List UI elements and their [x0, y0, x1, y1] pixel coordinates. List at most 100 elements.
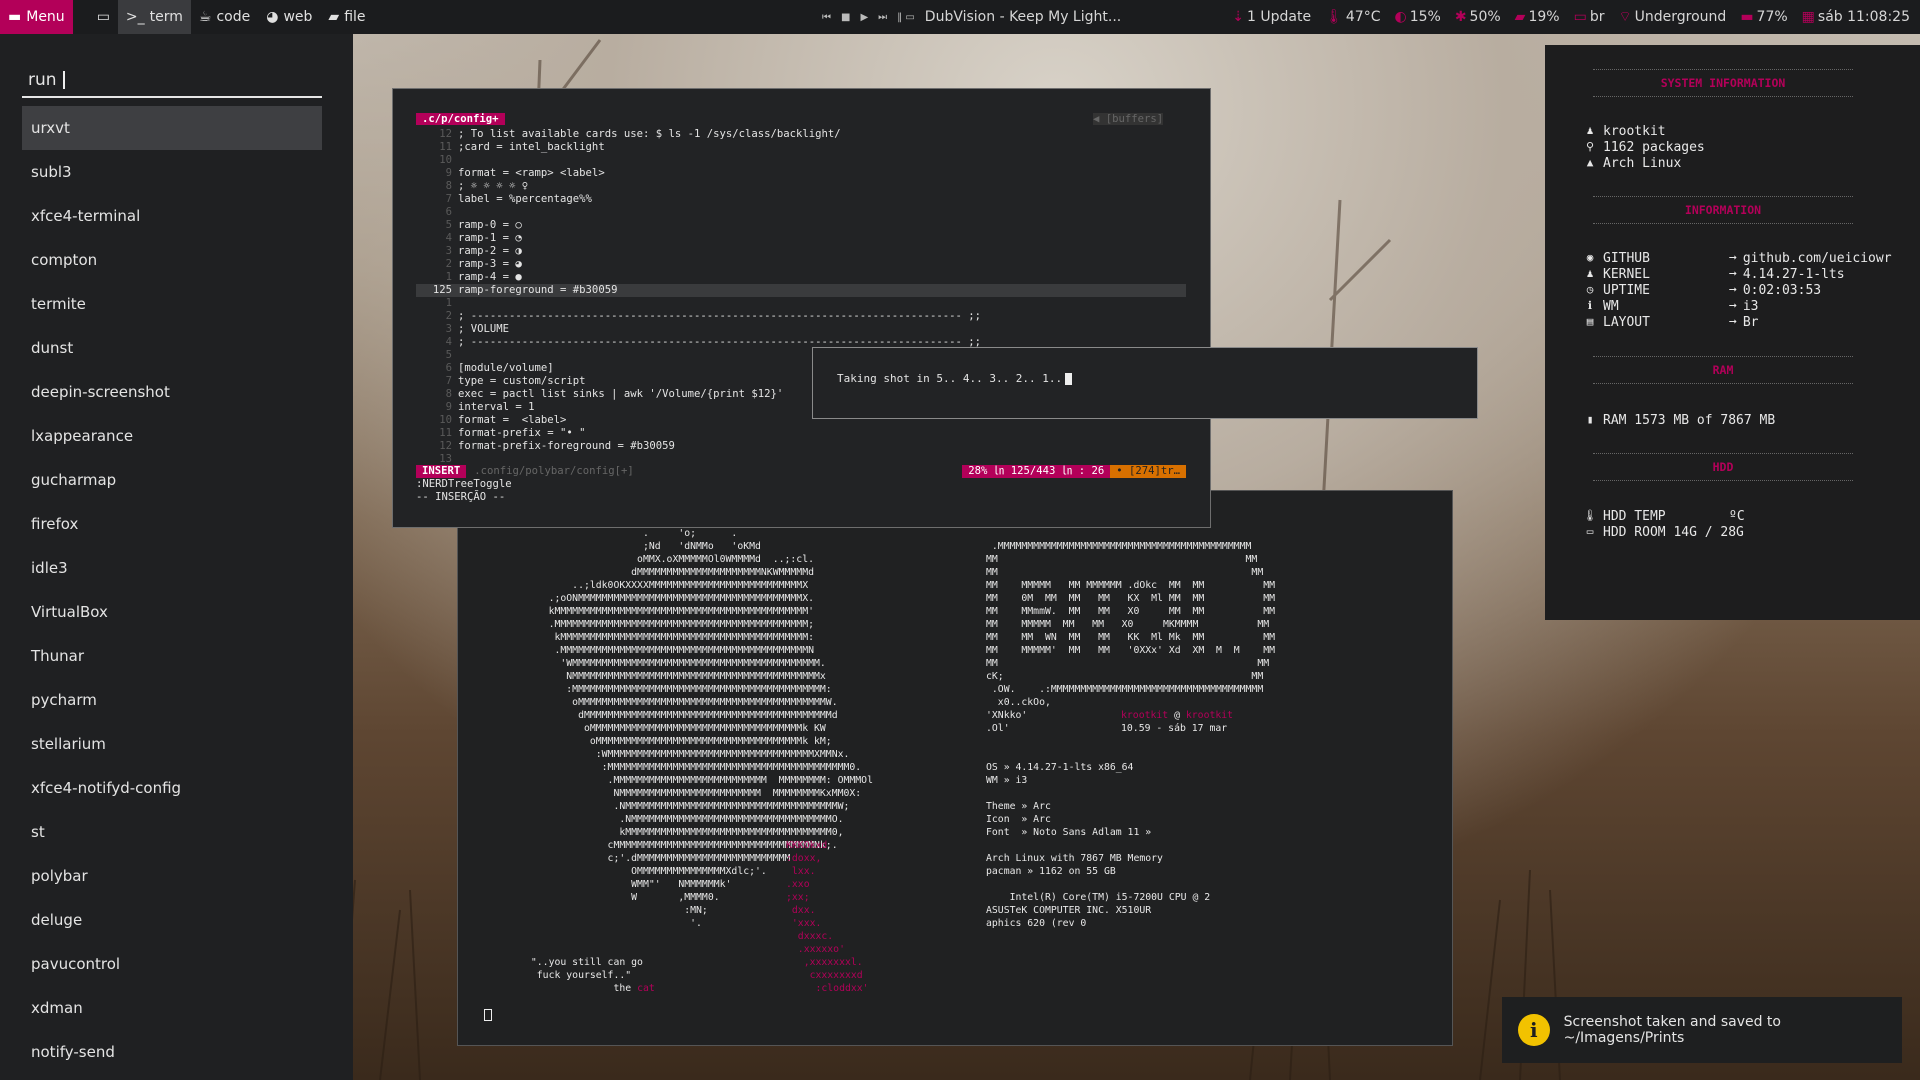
conky-info-row: ◉ GITHUB ➞ github.com/ueiciowr: [1583, 251, 1892, 266]
neofetch-terminal-window[interactable]: . 'o; . ;Nd 'dNMMo 'oKMd oMMX.oXMMMMMOl0…: [457, 490, 1453, 1046]
workspace-file[interactable]: ▰ file: [320, 0, 373, 34]
notification-toast[interactable]: i Screenshot taken and saved to ~/Imagen…: [1502, 997, 1902, 1063]
text-caret: [62, 71, 65, 89]
launcher-item[interactable]: xfce4-notifyd-config: [22, 766, 322, 810]
line-text: label = %percentage%%: [458, 193, 592, 205]
countdown-text: Taking shot in 5.. 4.. 3.. 2.. 1..: [837, 372, 1063, 385]
run-input[interactable]: run: [22, 64, 322, 98]
hdd-temp-label: HDD TEMP: [1603, 509, 1666, 524]
line-number: 1: [445, 297, 452, 309]
run-prompt: run: [28, 70, 57, 90]
mem-module: ✱ 50%: [1455, 9, 1501, 25]
line-number: 8: [445, 180, 452, 192]
launcher-item[interactable]: pavucontrol: [22, 942, 322, 986]
menu-button[interactable]: ▬ Menu: [0, 0, 73, 34]
arrow-icon: ➞: [1729, 283, 1737, 298]
vim-line: 12 format-prefix-foreground = #b30059: [416, 440, 1186, 453]
launcher-item[interactable]: urxvt: [22, 106, 322, 150]
launcher-item[interactable]: xfce4-terminal: [22, 194, 322, 238]
clock-text: sáb 11:08:25: [1817, 9, 1910, 25]
vim-mode: INSERT: [416, 465, 467, 478]
launcher-item[interactable]: termite: [22, 282, 322, 326]
workspace-label: code: [216, 9, 251, 25]
workspace-1[interactable]: ▭: [89, 0, 118, 34]
calendar-icon: ▦: [1801, 9, 1815, 25]
info-key: GITHUB: [1603, 251, 1650, 266]
launcher-item[interactable]: lxappearance: [22, 414, 322, 458]
next-icon[interactable]: ⏭: [878, 12, 887, 23]
menu-label: Menu: [26, 9, 65, 25]
launcher-item[interactable]: stellarium: [22, 722, 322, 766]
vim-filename: .config/polybar/config[+]: [474, 465, 634, 477]
updates-module[interactable]: ⇣ 1 Update: [1232, 9, 1311, 25]
stop-icon[interactable]: ■: [841, 12, 850, 23]
battery-module: ▬ 77%: [1740, 9, 1787, 25]
folder-icon: ▰: [328, 9, 340, 25]
vim-line: 1: [416, 297, 1186, 310]
wifi-icon: ⌔: [1618, 9, 1632, 25]
launcher-item[interactable]: polybar: [22, 854, 322, 898]
media-player: ⏮ ■ ▶ ⏭ ‖ ▭ DubVision - Keep My Light...: [822, 0, 1121, 34]
notification-text: Screenshot taken and saved to ~/Imagens/…: [1563, 1014, 1781, 1046]
line-number: 10: [439, 414, 452, 426]
vim-line: 5 ramp-0 = ○: [416, 219, 1186, 232]
info-key: LAYOUT: [1603, 315, 1650, 330]
vim-line: 125 ramp-foreground = #b30059: [416, 284, 1186, 297]
line-number: 10: [439, 154, 452, 166]
play-icon[interactable]: ▶: [860, 12, 868, 23]
arrow-icon: ➞: [1729, 299, 1737, 314]
vim-terminal-window[interactable]: .c/p/config+ ◀ [buffers] 12; To list ava…: [392, 88, 1211, 528]
workspace-term[interactable]: >_ term: [117, 0, 191, 34]
vim-cmdline[interactable]: :NERDTreeToggle -- INSERÇÃO --: [416, 478, 512, 504]
conky-info-row: ▤ LAYOUT ➞ Br: [1583, 315, 1759, 330]
line-number: 7: [445, 375, 452, 387]
info-value: i3: [1742, 299, 1759, 314]
clock-module[interactable]: ▦ sáb 11:08:25: [1802, 9, 1910, 25]
vim-line: 9 format = <ramp> <label>: [416, 167, 1186, 180]
launcher-item[interactable]: st: [22, 810, 322, 854]
launcher-item[interactable]: compton: [22, 238, 322, 282]
keyboard-icon: ▭: [1573, 9, 1587, 25]
launcher-item[interactable]: idle3: [22, 546, 322, 590]
launcher-item[interactable]: dunst: [22, 326, 322, 370]
workspace-code[interactable]: ☕ code: [191, 0, 258, 34]
section-title: HDD: [1593, 453, 1853, 481]
vim-statusline: INSERT .config/polybar/config[+] 28% ㏑ 1…: [416, 465, 1186, 478]
launcher-item[interactable]: Thunar: [22, 634, 322, 678]
ram-text: RAM 1573 MB of 7867 MB: [1603, 413, 1776, 428]
launcher-item[interactable]: xdman: [22, 986, 322, 1030]
launcher-item[interactable]: VirtualBox: [22, 590, 322, 634]
wifi-module[interactable]: ⌔ Underground: [1618, 8, 1726, 26]
launcher-item[interactable]: pycharm: [22, 678, 322, 722]
line-number: 11: [439, 427, 452, 439]
menu-icon: ▬: [8, 9, 22, 25]
line-number: 12: [439, 128, 452, 140]
line-number: 11: [439, 141, 452, 153]
memory-icon: ✱: [1454, 9, 1467, 25]
conky-panel: SYSTEM INFORMATION ♟ krootkit ⚲ 1162 packa…: [1545, 45, 1920, 620]
section-title: SYSTEM INFORMATION: [1593, 69, 1853, 97]
launcher-item[interactable]: firefox: [22, 502, 322, 546]
launcher-item[interactable]: subl3: [22, 150, 322, 194]
conky-ram: ▮ RAM 1573 MB of 7867 MB: [1583, 413, 1776, 428]
launcher-item[interactable]: notify-send: [22, 1030, 322, 1074]
launcher-item[interactable]: gucharmap: [22, 458, 322, 502]
info-key: UPTIME: [1603, 283, 1650, 298]
line-text: ; ☼ ☼ ☼ ☼ ♀: [458, 180, 529, 192]
launcher-item[interactable]: deluge: [22, 898, 322, 942]
line-number: 1: [445, 271, 452, 283]
info-key: KERNEL: [1603, 267, 1650, 282]
top-bar: ▬ Menu ▭ >_ term ☕ code ◕ web ▰ file ⏮ ■ ▶ ⏭…: [0, 0, 1920, 34]
vim-line: 2 ; -------------------------------------…: [416, 310, 1186, 323]
screenshot-terminal-window[interactable]: Taking shot in 5.. 4.. 3.. 2.. 1..: [812, 347, 1478, 419]
vim-tab[interactable]: .c/p/config+: [416, 113, 505, 125]
user-text: krootkit: [1603, 124, 1666, 139]
previous-icon[interactable]: ⏮: [822, 12, 831, 23]
launcher-item[interactable]: deepin-screenshot: [22, 370, 322, 414]
workspace-label: web: [283, 9, 313, 25]
conky-info-row: ◷ UPTIME ➞ 0:02:03:53: [1583, 283, 1821, 298]
neofetch-user: krootkit: [1121, 710, 1169, 721]
vim-line: 3 ; VOLUME: [416, 323, 1186, 336]
workspace-web[interactable]: ◕ web: [258, 0, 320, 34]
vim-line: 7 label = %percentage%%: [416, 193, 1186, 206]
